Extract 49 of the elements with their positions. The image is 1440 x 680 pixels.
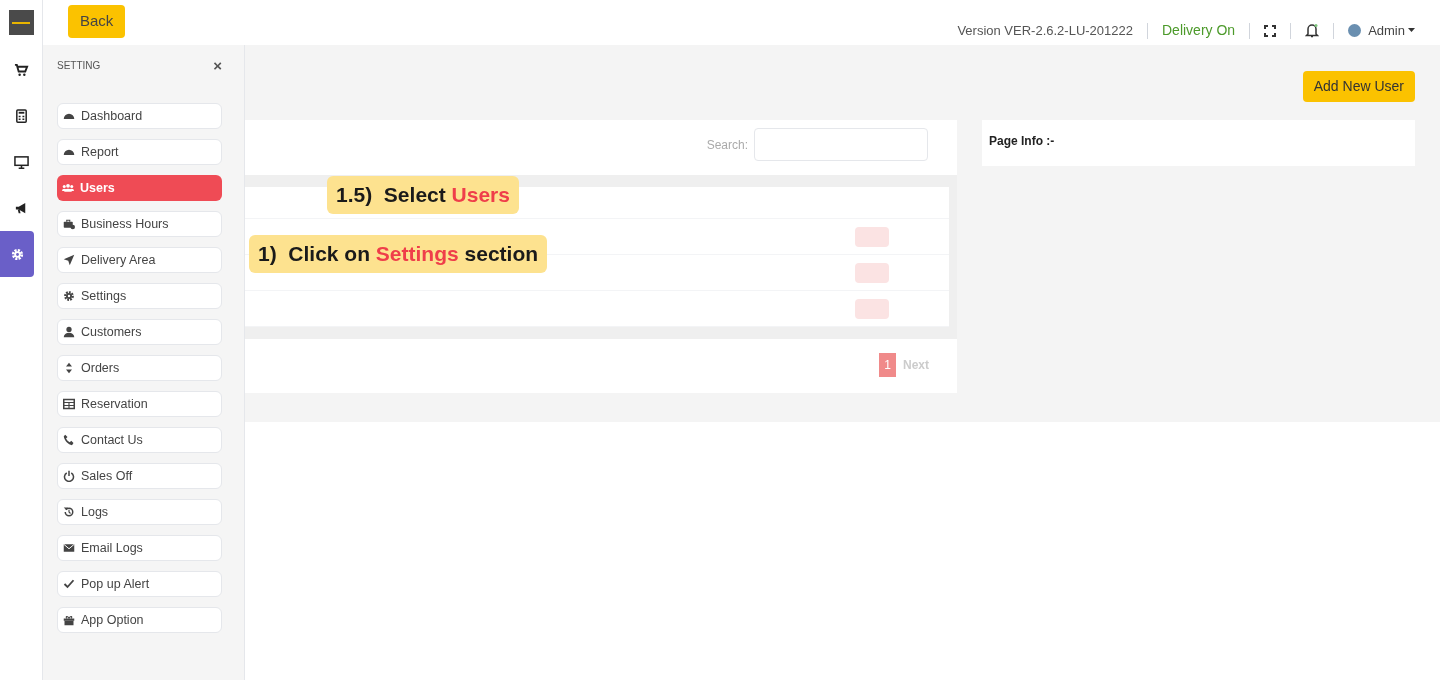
gear-icon: [63, 290, 75, 302]
panel-title: SETTING: [57, 59, 101, 73]
instruction-callout: 1.5) Select Users: [327, 176, 519, 214]
delivery-status: Delivery On: [1162, 21, 1236, 40]
menu-item[interactable]: Users: [57, 175, 222, 201]
search-label: Search:: [706, 136, 748, 154]
table-icon: [63, 398, 75, 410]
instruction-callout: 1) Click on Settings section: [249, 235, 548, 273]
menu-item[interactable]: Settings: [57, 283, 222, 309]
user-icon: [63, 326, 75, 338]
menu-item[interactable]: Customers: [57, 319, 222, 345]
monitor-icon: [14, 154, 29, 170]
menu-item[interactable]: Delivery Area: [57, 247, 222, 273]
page-info-label: Page Info :-: [989, 134, 1055, 148]
search-field[interactable]: [754, 128, 928, 161]
add-user-button[interactable]: Add New User: [1302, 71, 1415, 102]
power-icon: [63, 470, 75, 482]
menu-item[interactable]: App Option: [57, 607, 222, 633]
menu-item[interactable]: Logs: [57, 499, 222, 525]
menu-item[interactable]: Contact Us: [57, 427, 222, 453]
menu-item[interactable]: Dashboard: [57, 103, 222, 129]
check-icon: [63, 578, 75, 590]
logo-icon: [8, 10, 34, 35]
menu-item[interactable]: Pop up Alert: [57, 571, 222, 597]
menu-item[interactable]: Email Logs: [57, 535, 222, 561]
bell-icon[interactable]: [1305, 23, 1320, 38]
menu-item[interactable]: Sales Off: [57, 463, 222, 489]
gift-icon: [63, 614, 75, 626]
menu-item[interactable]: Business Hours: [57, 211, 222, 237]
settings-icon: [9, 246, 25, 262]
fullscreen-icon[interactable]: [1264, 24, 1277, 37]
menu-item[interactable]: Orders: [57, 355, 222, 381]
location-arrow-icon: [63, 254, 75, 266]
avatar-icon: [1348, 24, 1362, 37]
users-icon: [62, 182, 74, 194]
menu-item[interactable]: Report: [57, 139, 222, 165]
envelope-icon: [63, 542, 75, 554]
sort-icon: [63, 362, 75, 374]
calculator-icon: [14, 108, 29, 124]
close-button[interactable]: ×: [213, 58, 222, 73]
caret-icon: [1408, 28, 1415, 33]
version-text: Version VER-2.6.2-LU-201222: [957, 21, 1133, 40]
history-icon: [63, 506, 75, 518]
menu-item[interactable]: Reservation: [57, 391, 222, 417]
cart-icon: [14, 62, 29, 78]
phone-icon: [63, 434, 75, 446]
user-menu[interactable]: Admin: [1368, 20, 1415, 41]
briefcase-icon: [63, 218, 75, 230]
back-button[interactable]: Back: [68, 5, 126, 38]
